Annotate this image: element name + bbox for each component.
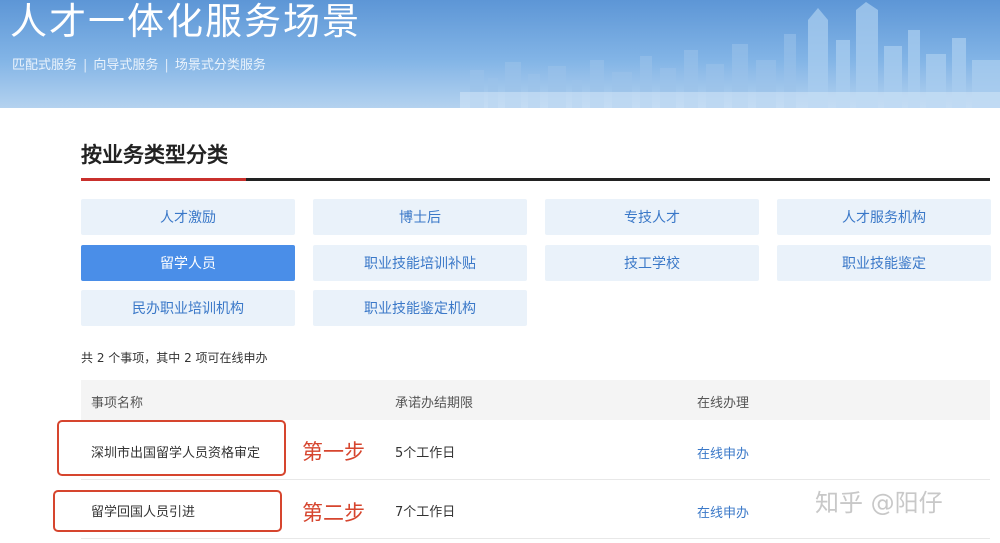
category-skill-appraisal-institution[interactable]: 职业技能鉴定机构 xyxy=(313,290,527,326)
column-header-name: 事项名称 xyxy=(91,396,144,411)
apply-online-link[interactable]: 在线申办 xyxy=(697,502,749,521)
apply-online-link[interactable]: 在线申办 xyxy=(697,443,749,462)
header-banner: 人才一体化服务场景 匹配式服务 | 向导式服务 | 场景式分类服务 xyxy=(0,0,1000,108)
column-header-online: 在线办理 xyxy=(697,396,750,411)
title-accent-underline xyxy=(81,178,246,181)
annotation-box-step1 xyxy=(57,420,286,476)
category-overseas-students[interactable]: 留学人员 xyxy=(81,245,295,281)
banner-subtitle: 匹配式服务 | 向导式服务 | 场景式分类服务 xyxy=(12,54,266,73)
column-header-deadline: 承诺办结期限 xyxy=(395,396,474,411)
subtitle-separator: | xyxy=(164,58,169,73)
annotation-box-step2 xyxy=(53,490,282,532)
category-postdoc[interactable]: 博士后 xyxy=(313,199,527,235)
category-skill-training-subsidy[interactable]: 职业技能培训补贴 xyxy=(313,245,527,281)
subtitle-item-guided: 向导式服务 xyxy=(93,58,159,73)
annotation-step2-label: 第二步 xyxy=(302,501,365,525)
subtitle-item-scenario: 场景式分类服务 xyxy=(174,58,266,73)
watermark: 知乎 @阳仔 xyxy=(815,489,943,517)
result-summary: 共 2 个事项，其中 2 项可在线申办 xyxy=(81,351,268,365)
subtitle-separator: | xyxy=(83,58,88,73)
item-deadline: 5个工作日 xyxy=(395,446,456,461)
annotation-step1-label: 第一步 xyxy=(302,440,365,464)
section-title: 按业务类型分类 xyxy=(81,143,228,167)
banner-title: 人才一体化服务场景 xyxy=(10,0,361,43)
category-talent-service-agency[interactable]: 人才服务机构 xyxy=(777,199,991,235)
item-deadline: 7个工作日 xyxy=(395,505,456,520)
category-professional-talent[interactable]: 专技人才 xyxy=(545,199,759,235)
table-header: 事项名称 承诺办结期限 在线办理 xyxy=(81,380,990,420)
subtitle-item-matching: 匹配式服务 xyxy=(12,58,78,73)
category-skill-appraisal[interactable]: 职业技能鉴定 xyxy=(777,245,991,281)
category-private-training-institution[interactable]: 民办职业培训机构 xyxy=(81,290,295,326)
category-technical-school[interactable]: 技工学校 xyxy=(545,245,759,281)
category-talent-incentive[interactable]: 人才激励 xyxy=(81,199,295,235)
